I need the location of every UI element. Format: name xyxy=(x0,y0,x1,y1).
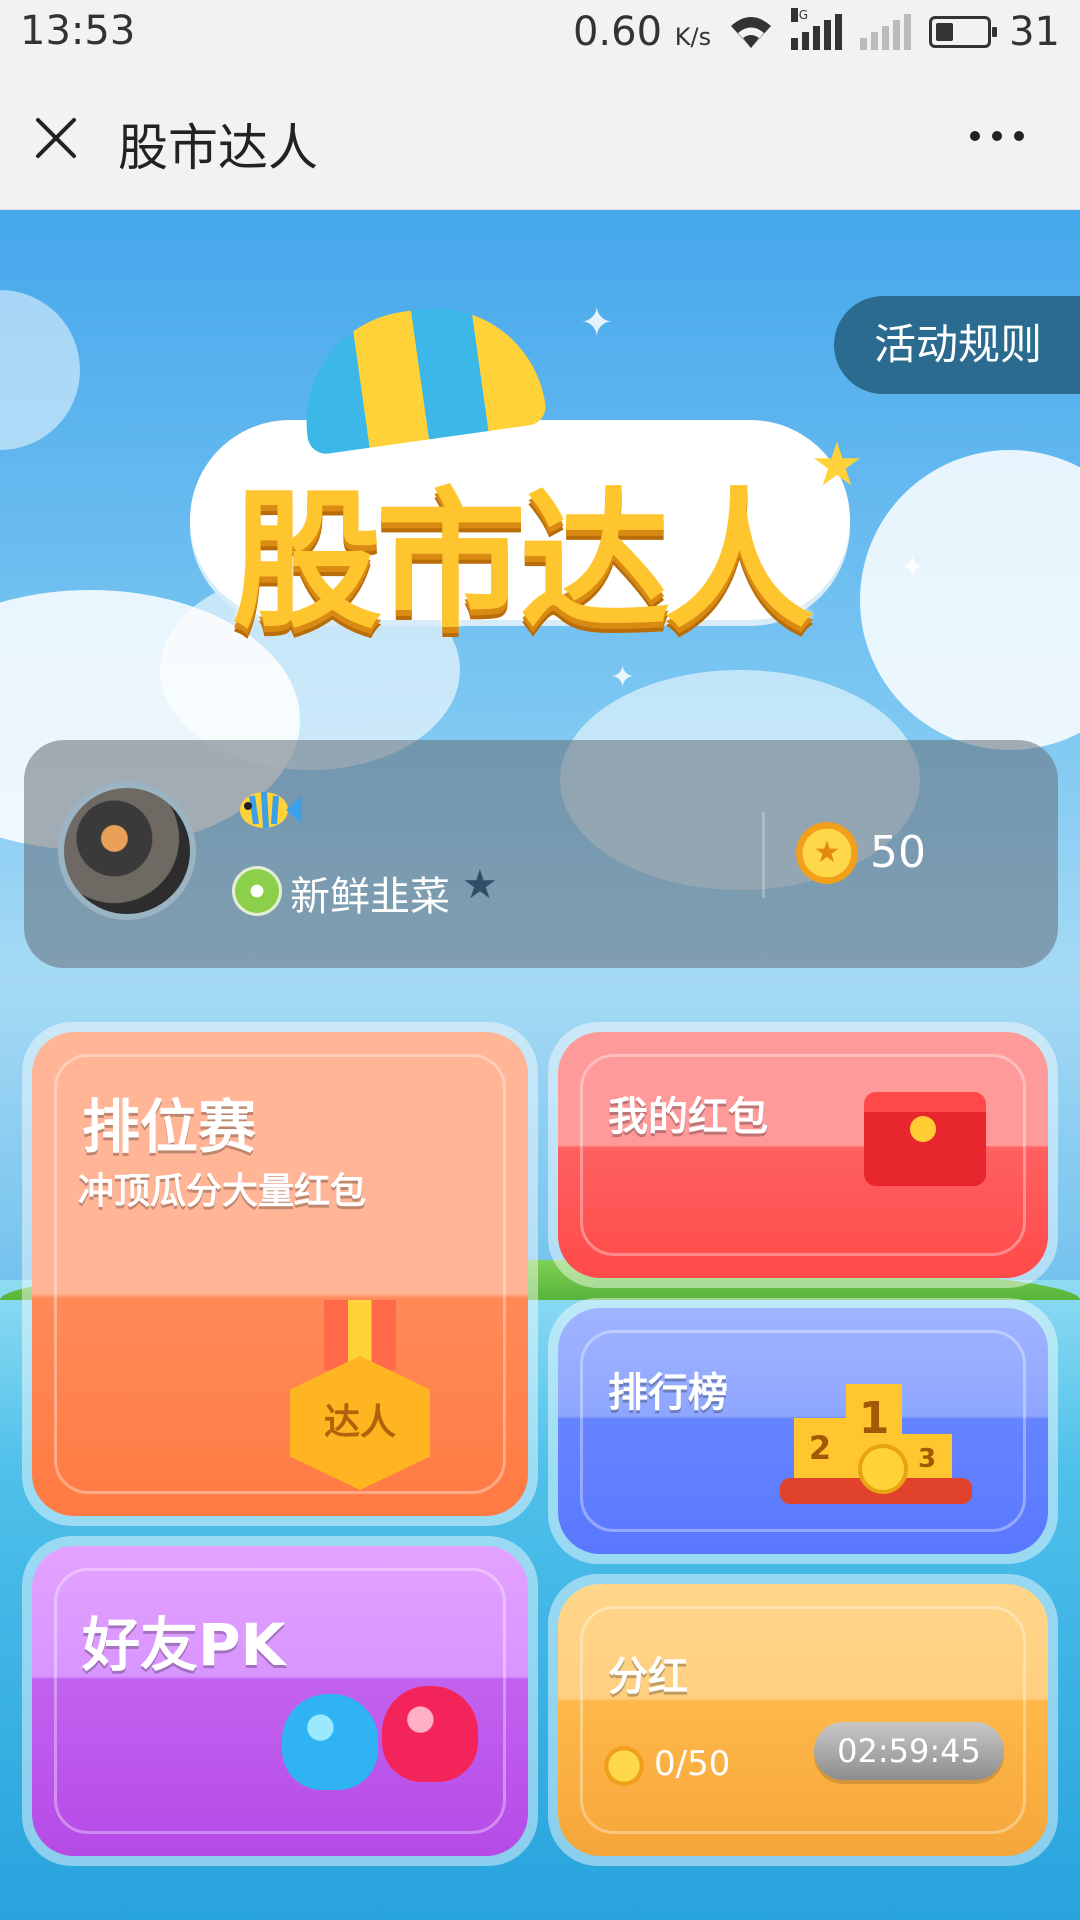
wifi-icon xyxy=(729,14,773,50)
dividend-progress: 0/50 xyxy=(654,1744,731,1784)
status-indicators: 0.60 K/s 4G 31 xyxy=(573,8,1060,56)
network-speed: 0.60 K/s xyxy=(572,9,712,55)
friend-pk-card[interactable]: 好友PK xyxy=(22,1536,538,1866)
podium-icon: 2 1 3 xyxy=(780,1364,972,1504)
cloud-decoration xyxy=(0,290,80,450)
friend-pk-title: 好友PK xyxy=(82,1611,286,1679)
coin-icon: ★ xyxy=(796,822,858,884)
friend-pk-card-inner: 好友PK xyxy=(32,1546,528,1856)
boxing-glove-icon xyxy=(382,1686,478,1782)
status-bar: 13:53 0.60 K/s 4G 31 xyxy=(0,0,1080,64)
coin-icon xyxy=(604,1746,644,1786)
countdown-timer: 02:59:45 xyxy=(814,1722,1004,1780)
divider xyxy=(762,812,765,898)
level-icon xyxy=(232,866,282,916)
star-icon: ★ xyxy=(462,862,498,908)
medal-text: 达人 xyxy=(290,1356,430,1490)
my-red-packets-card[interactable]: 我的红包 xyxy=(548,1022,1058,1288)
dividend-title: 分红 xyxy=(608,1654,688,1700)
boxing-glove-icon xyxy=(282,1694,378,1790)
game-area: ✦ ✦ ✦ 活动规则 股市达人 ★ 新鲜韭菜 ★ ★ 50 排位赛 冲顶瓜分大量… xyxy=(0,210,1080,1920)
dividend-card-inner: 分红 02:59:45 0/50 xyxy=(558,1584,1048,1856)
ranked-match-card[interactable]: 排位赛 冲顶瓜分大量红包 达人 xyxy=(22,1022,538,1526)
leaderboard-title: 排行榜 xyxy=(608,1370,728,1416)
sparkle-icon: ✦ xyxy=(900,550,926,585)
star-icon: ★ xyxy=(810,430,864,500)
status-time: 13:53 xyxy=(20,8,136,54)
dividend-card[interactable]: 分红 02:59:45 0/50 xyxy=(548,1574,1058,1866)
ranked-match-title: 排位赛 xyxy=(82,1093,257,1161)
coin-icon xyxy=(858,1444,908,1494)
fish-icon xyxy=(232,782,302,838)
medal-icon: 达人 xyxy=(290,1300,430,1490)
close-icon[interactable] xyxy=(32,114,80,162)
profile-card: 新鲜韭菜 ★ ★ 50 xyxy=(24,740,1058,968)
signal-icon-secondary xyxy=(860,14,912,50)
leaderboard-card-inner: 排行榜 2 1 3 xyxy=(558,1308,1048,1554)
page-title: 股市达人 xyxy=(118,119,318,177)
battery-icon xyxy=(929,16,998,48)
avatar[interactable] xyxy=(58,782,196,920)
nickname: 新鲜韭菜 xyxy=(290,874,450,920)
signal-icon: 4G xyxy=(791,8,843,50)
my-red-packets-title: 我的红包 xyxy=(608,1094,768,1140)
more-icon[interactable] xyxy=(970,124,1030,148)
coin-count: 50 xyxy=(870,827,926,878)
leaderboard-card[interactable]: 排行榜 2 1 3 xyxy=(548,1298,1058,1564)
ranked-match-subtitle: 冲顶瓜分大量红包 xyxy=(78,1171,367,1212)
game-logo: 股市达人 ★ xyxy=(170,290,890,730)
ranked-match-card-inner: 排位赛 冲顶瓜分大量红包 达人 xyxy=(32,1032,528,1516)
my-red-packets-card-inner: 我的红包 xyxy=(558,1032,1048,1278)
red-envelope-icon xyxy=(864,1092,986,1186)
logo-text: 股市达人 xyxy=(231,475,814,649)
app-header: 股市达人 xyxy=(0,64,1080,210)
cloud-decoration xyxy=(860,450,1080,750)
battery-level: 31 xyxy=(1009,9,1060,55)
